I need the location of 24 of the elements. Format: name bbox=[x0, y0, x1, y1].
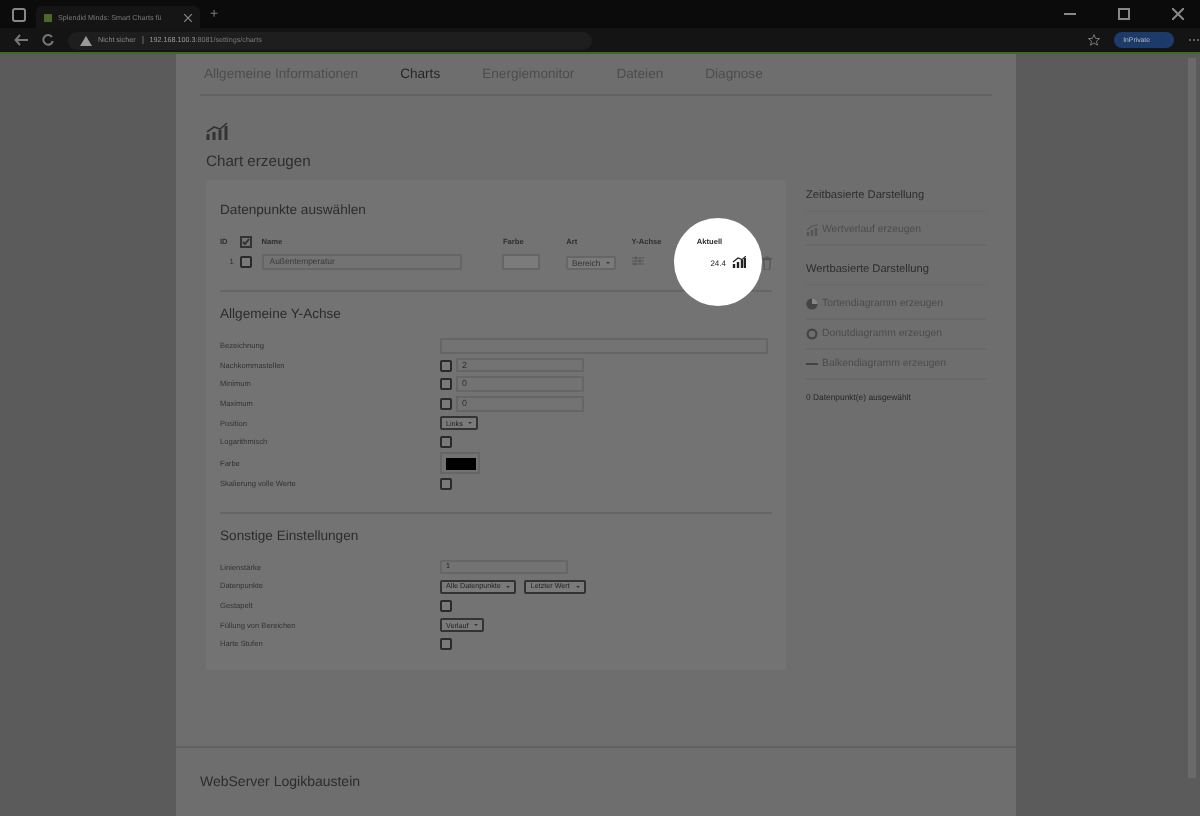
warning-icon bbox=[80, 35, 92, 45]
checkbox[interactable] bbox=[440, 436, 452, 449]
chart-icon bbox=[206, 122, 228, 142]
favicon-icon bbox=[44, 13, 52, 21]
checkbox[interactable] bbox=[440, 397, 452, 410]
trash-icon bbox=[762, 255, 772, 269]
checkbox[interactable] bbox=[440, 600, 452, 613]
reload-icon[interactable] bbox=[42, 34, 54, 46]
checkbox[interactable] bbox=[440, 359, 452, 372]
row-checkbox[interactable] bbox=[239, 256, 252, 268]
tab-actions-icon[interactable] bbox=[12, 7, 26, 21]
pie-chart-icon bbox=[806, 298, 818, 310]
select-all-icon bbox=[239, 236, 252, 248]
close-icon[interactable] bbox=[184, 13, 192, 21]
chart-icon bbox=[732, 256, 746, 268]
axis-settings-icon bbox=[631, 256, 644, 266]
checkbox[interactable] bbox=[440, 638, 452, 651]
back-icon[interactable] bbox=[14, 34, 28, 46]
checkbox[interactable] bbox=[440, 477, 452, 490]
checkbox[interactable] bbox=[440, 378, 452, 391]
donut-chart-icon bbox=[806, 328, 818, 340]
color-picker[interactable] bbox=[440, 452, 480, 475]
star-icon[interactable] bbox=[1087, 34, 1100, 46]
chart-icon bbox=[806, 224, 818, 236]
